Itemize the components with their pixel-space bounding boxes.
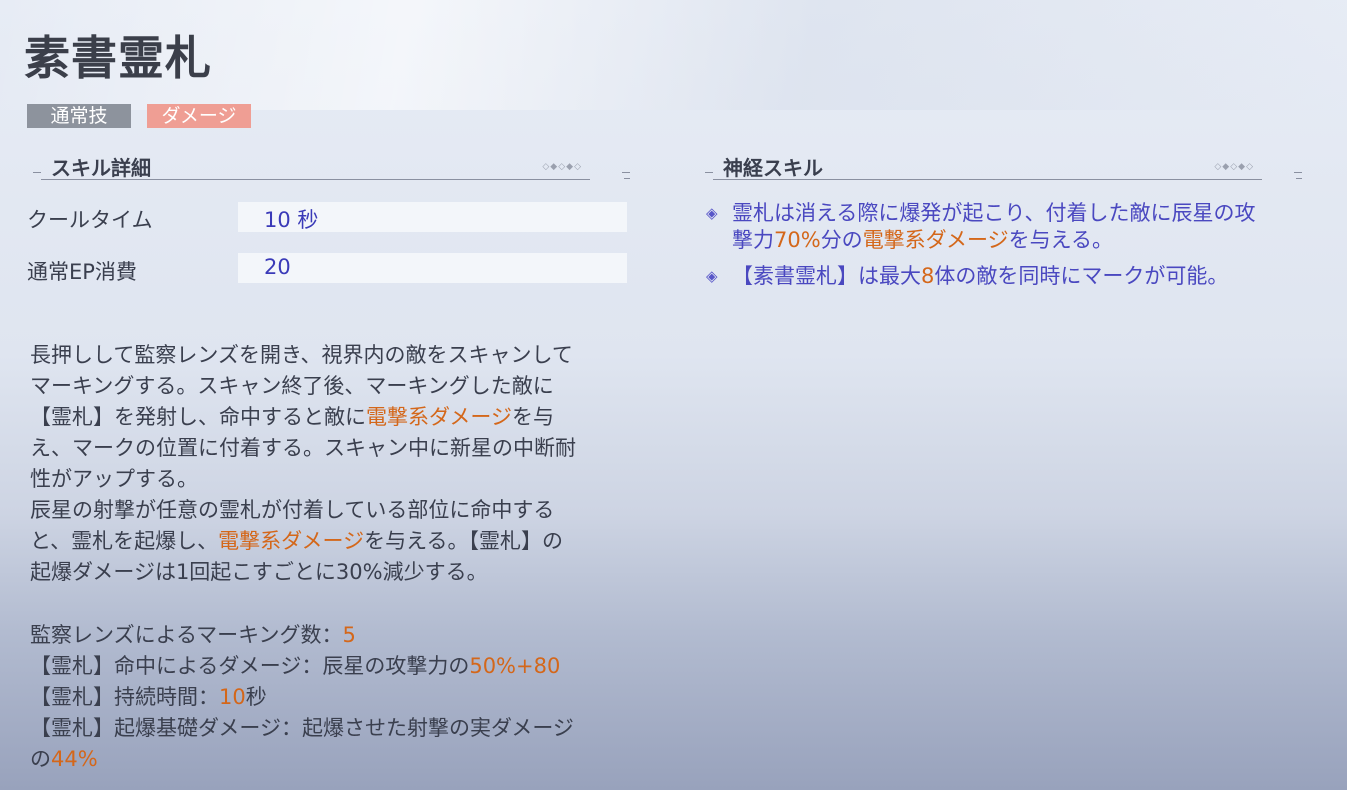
description-line: 【霊札】を発射し、命中すると敵に電撃系ダメージを与: [30, 402, 640, 433]
text-segment: の: [30, 747, 51, 771]
description-line: 辰星の射撃が任意の霊札が付着している部位に命中する: [30, 495, 640, 526]
ep-cost-value: 20: [264, 255, 291, 279]
text-segment: 霊札は消える際に爆発が起こり、付着した敵に辰星の攻: [732, 201, 1256, 225]
highlight-text: 電撃系ダメージ: [366, 405, 512, 429]
diamond-bullet-icon: ◈: [706, 204, 718, 222]
detail-line: の44%: [30, 744, 640, 775]
ep-cost-value-box: 20: [238, 253, 627, 283]
header-tick-right: [622, 172, 630, 173]
header-ornament-icon: ◇◆◇◆◇: [542, 162, 582, 172]
text-segment: と、霊札を起爆し、: [30, 529, 219, 553]
cooldown-value-box: 10 秒: [238, 202, 627, 232]
highlight-text: 70%: [774, 228, 821, 252]
text-segment: 【霊札】持続時間：: [30, 685, 219, 709]
description-line: マーキングする。スキャン終了後、マーキングした敵に: [30, 371, 640, 402]
skill-detail-header: スキル詳細 ◇◆◇◆◇: [33, 152, 630, 182]
neural-skill-heading: 神経スキル: [723, 156, 823, 180]
neural-skill-line: 霊札は消える際に爆発が起こり、付着した敵に辰星の攻: [732, 200, 1316, 227]
text-segment: を与える。【霊札】の: [364, 529, 563, 553]
text-segment: 撃力: [732, 228, 774, 252]
highlight-text: 44%: [51, 747, 98, 771]
detail-line: 【霊札】命中によるダメージ：辰星の攻撃力の50%+80: [30, 651, 640, 682]
text-segment: 【霊札】を発射し、命中すると敵に: [30, 405, 366, 429]
neural-skill-line: 撃力70%分の電撃系ダメージを与える。: [732, 227, 1316, 254]
neural-skill-text: 【素書霊札】は最大8体の敵を同時にマークが可能。: [732, 263, 1316, 290]
header-tick-right-lower: [1296, 178, 1302, 179]
cooldown-label: クールタイム: [27, 208, 153, 232]
highlight-text: 8: [921, 264, 935, 288]
description-line: と、霊札を起爆し、電撃系ダメージを与える。【霊札】の: [30, 526, 640, 557]
text-segment: え、マークの位置に付着する。スキャン中に新星の中断耐: [30, 436, 576, 460]
text-segment: 体の敵を同時にマークが可能。: [934, 264, 1229, 288]
text-segment: を与: [511, 405, 554, 429]
header-tick-right: [1294, 172, 1302, 173]
diamond-bullet-icon: ◈: [706, 267, 718, 285]
header-ornament-icon: ◇◆◇◆◇: [1214, 162, 1254, 172]
text-segment: 監察レンズによるマーキング数：: [30, 623, 343, 647]
header-divider: [41, 179, 590, 180]
skill-title: 素書霊札: [24, 31, 212, 85]
skill-detail-heading: スキル詳細: [51, 156, 151, 180]
text-segment: 起爆ダメージは1回起こすごとに30%減少する。: [30, 560, 488, 584]
text-segment: 【素書霊札】は最大: [732, 264, 921, 288]
text-segment: 性がアップする。: [30, 467, 198, 491]
text-segment: を与える。: [1008, 228, 1114, 252]
text-segment: 辰星の射撃が任意の霊札が付着している部位に命中する: [30, 498, 555, 522]
header-tick-right-lower: [624, 178, 630, 179]
detail-line: 監察レンズによるマーキング数：5: [30, 620, 640, 651]
text-segment: 【霊札】起爆基礎ダメージ：起爆させた射撃の実ダメージ: [30, 716, 574, 740]
highlight-text: 電撃系ダメージ: [862, 228, 1009, 252]
neural-skill-header: 神経スキル ◇◆◇◆◇: [705, 152, 1302, 182]
description-line: 長押しして監察レンズを開き、視界内の敵をスキャンして: [30, 340, 640, 371]
cooldown-value: 10 秒: [264, 208, 319, 232]
description-line: 性がアップする。: [30, 464, 640, 495]
text-segment: 分の: [820, 228, 863, 252]
highlight-text: 50%+80: [469, 654, 561, 678]
tag-damage: ダメージ: [147, 104, 251, 128]
detail-line: 【霊札】起爆基礎ダメージ：起爆させた射撃の実ダメージ: [30, 713, 640, 744]
skill-description: 長押しして監察レンズを開き、視界内の敵をスキャンして マーキングする。スキャン終了…: [30, 340, 640, 588]
text-segment: 【霊札】命中によるダメージ：辰星の攻撃力の: [30, 654, 470, 678]
neural-skill-text: 霊札は消える際に爆発が起こり、付着した敵に辰星の攻 撃力70%分の電撃系ダメージを…: [732, 200, 1316, 254]
text-segment: 秒: [245, 685, 267, 709]
text-segment: 長押しして監察レンズを開き、視界内の敵をスキャンして: [30, 343, 573, 367]
header-divider: [713, 179, 1262, 180]
ep-cost-label: 通常EP消費: [27, 260, 137, 284]
description-line: え、マークの位置に付着する。スキャン中に新星の中断耐: [30, 433, 640, 464]
skill-detail-values: 監察レンズによるマーキング数：5 【霊札】命中によるダメージ：辰星の攻撃力の50%…: [30, 620, 640, 775]
tag-normal-attack: 通常技: [27, 104, 131, 128]
description-line: 起爆ダメージは1回起こすごとに30%減少する。: [30, 557, 640, 588]
header-tick-left: [705, 172, 713, 173]
highlight-text: 電撃系ダメージ: [218, 529, 365, 553]
header-tick-left: [33, 172, 41, 173]
highlight-text: 5: [342, 623, 356, 647]
text-segment: マーキングする。スキャン終了後、マーキングした敵に: [30, 374, 554, 398]
neural-skill-line: 【素書霊札】は最大8体の敵を同時にマークが可能。: [732, 263, 1316, 290]
highlight-text: 10: [219, 685, 246, 709]
detail-line: 【霊札】持続時間：10秒: [30, 682, 640, 713]
